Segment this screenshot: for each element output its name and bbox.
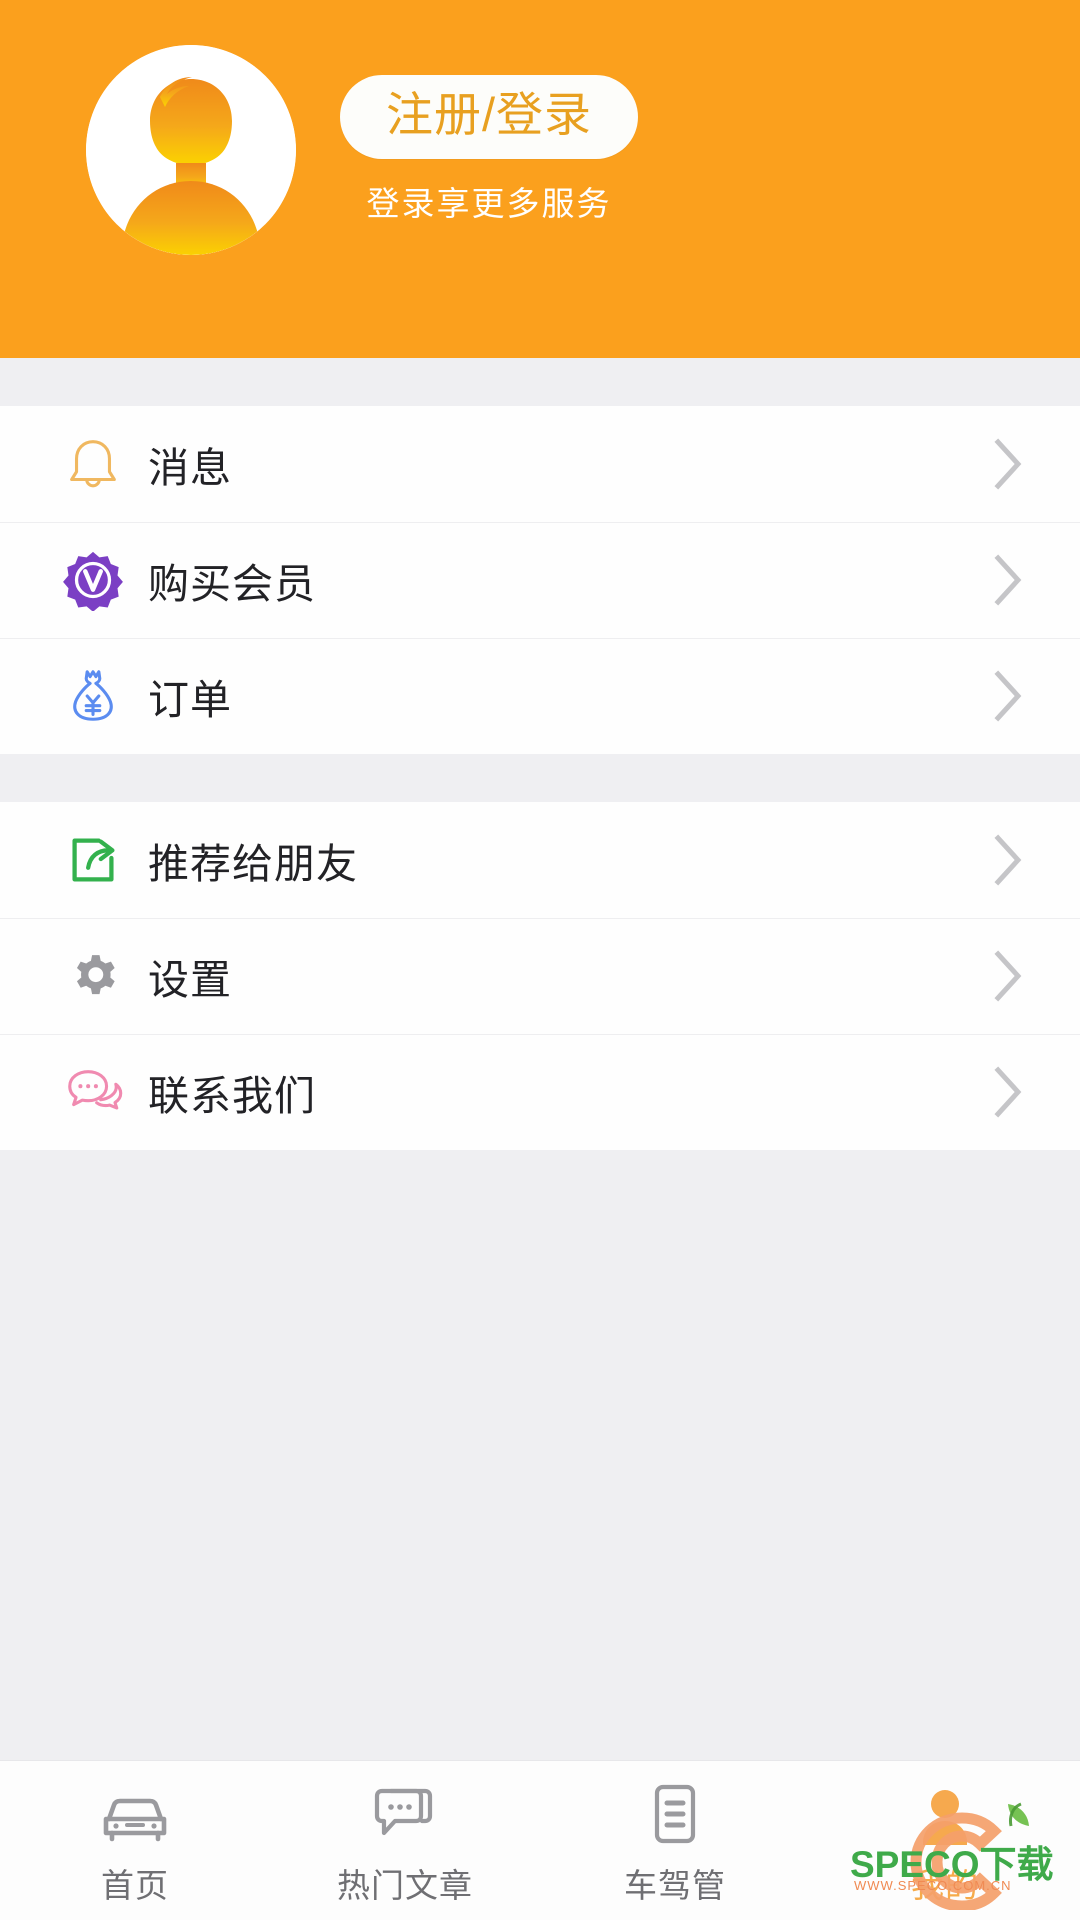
tab-vehicle-license[interactable]: 车驾管 (540, 1761, 810, 1920)
tab-label: 热门文章 (337, 1866, 473, 1904)
chevron-right-icon (992, 553, 1024, 607)
menu-item-label: 联系我们 (148, 1073, 316, 1119)
header-list-gap (0, 358, 1080, 406)
chevron-right-icon (992, 437, 1024, 491)
chevron-right-icon (992, 1065, 1024, 1119)
chevron-right-icon (992, 949, 1024, 1003)
menu-item-label: 推荐给朋友 (148, 841, 358, 887)
tab-mine[interactable]: 我的 (810, 1761, 1080, 1920)
document-icon (649, 1783, 701, 1845)
menu-group-gap (0, 754, 1080, 802)
menu-item-label: 设置 (148, 957, 232, 1003)
menu-item-recommend-to-friends[interactable]: 推荐给朋友 (0, 802, 1080, 918)
empty-content-area (0, 1150, 1080, 1760)
money-bag-icon (38, 665, 148, 727)
chat-bubble-icon (373, 1783, 437, 1845)
person-icon (917, 1783, 973, 1845)
profile-header: 注册/登录 登录享更多服务 (0, 0, 1080, 358)
tab-home[interactable]: 首页 (0, 1761, 270, 1920)
share-icon (38, 829, 148, 891)
bottom-tab-bar: 首页 热门文章 车驾管 我的 (0, 1760, 1080, 1920)
bell-icon (38, 433, 148, 495)
menu-item-orders[interactable]: 订单 (0, 638, 1080, 754)
register-login-button[interactable]: 注册/登录 (340, 75, 639, 159)
default-user-avatar-icon (86, 45, 296, 255)
login-subtitle: 登录享更多服务 (366, 184, 612, 222)
avatar[interactable] (86, 45, 296, 255)
menu-item-settings[interactable]: 设置 (0, 918, 1080, 1034)
menu-group-account: 消息 购买会员 订单 (0, 406, 1080, 754)
tab-hot-articles[interactable]: 热门文章 (270, 1761, 540, 1920)
profile-header-content: 注册/登录 登录享更多服务 (0, 0, 1080, 300)
chevron-right-icon (992, 833, 1024, 887)
menu-group-general: 推荐给朋友 设置 联系我们 (0, 802, 1080, 1150)
vip-badge-icon (38, 549, 148, 611)
menu-item-buy-membership[interactable]: 购买会员 (0, 522, 1080, 638)
menu-item-label: 购买会员 (148, 561, 316, 607)
gear-icon (38, 947, 148, 1005)
car-icon (99, 1783, 171, 1845)
tab-label: 车驾管 (624, 1866, 726, 1904)
tab-label: 我的 (911, 1866, 979, 1904)
menu-item-contact-us[interactable]: 联系我们 (0, 1034, 1080, 1150)
chevron-right-icon (992, 669, 1024, 723)
menu-item-label: 消息 (148, 445, 232, 491)
menu-item-label: 订单 (148, 677, 232, 723)
chat-bubbles-icon (38, 1061, 148, 1123)
tab-label: 首页 (101, 1866, 169, 1904)
menu-item-messages[interactable]: 消息 (0, 406, 1080, 522)
login-block: 注册/登录 登录享更多服务 (340, 75, 639, 225)
